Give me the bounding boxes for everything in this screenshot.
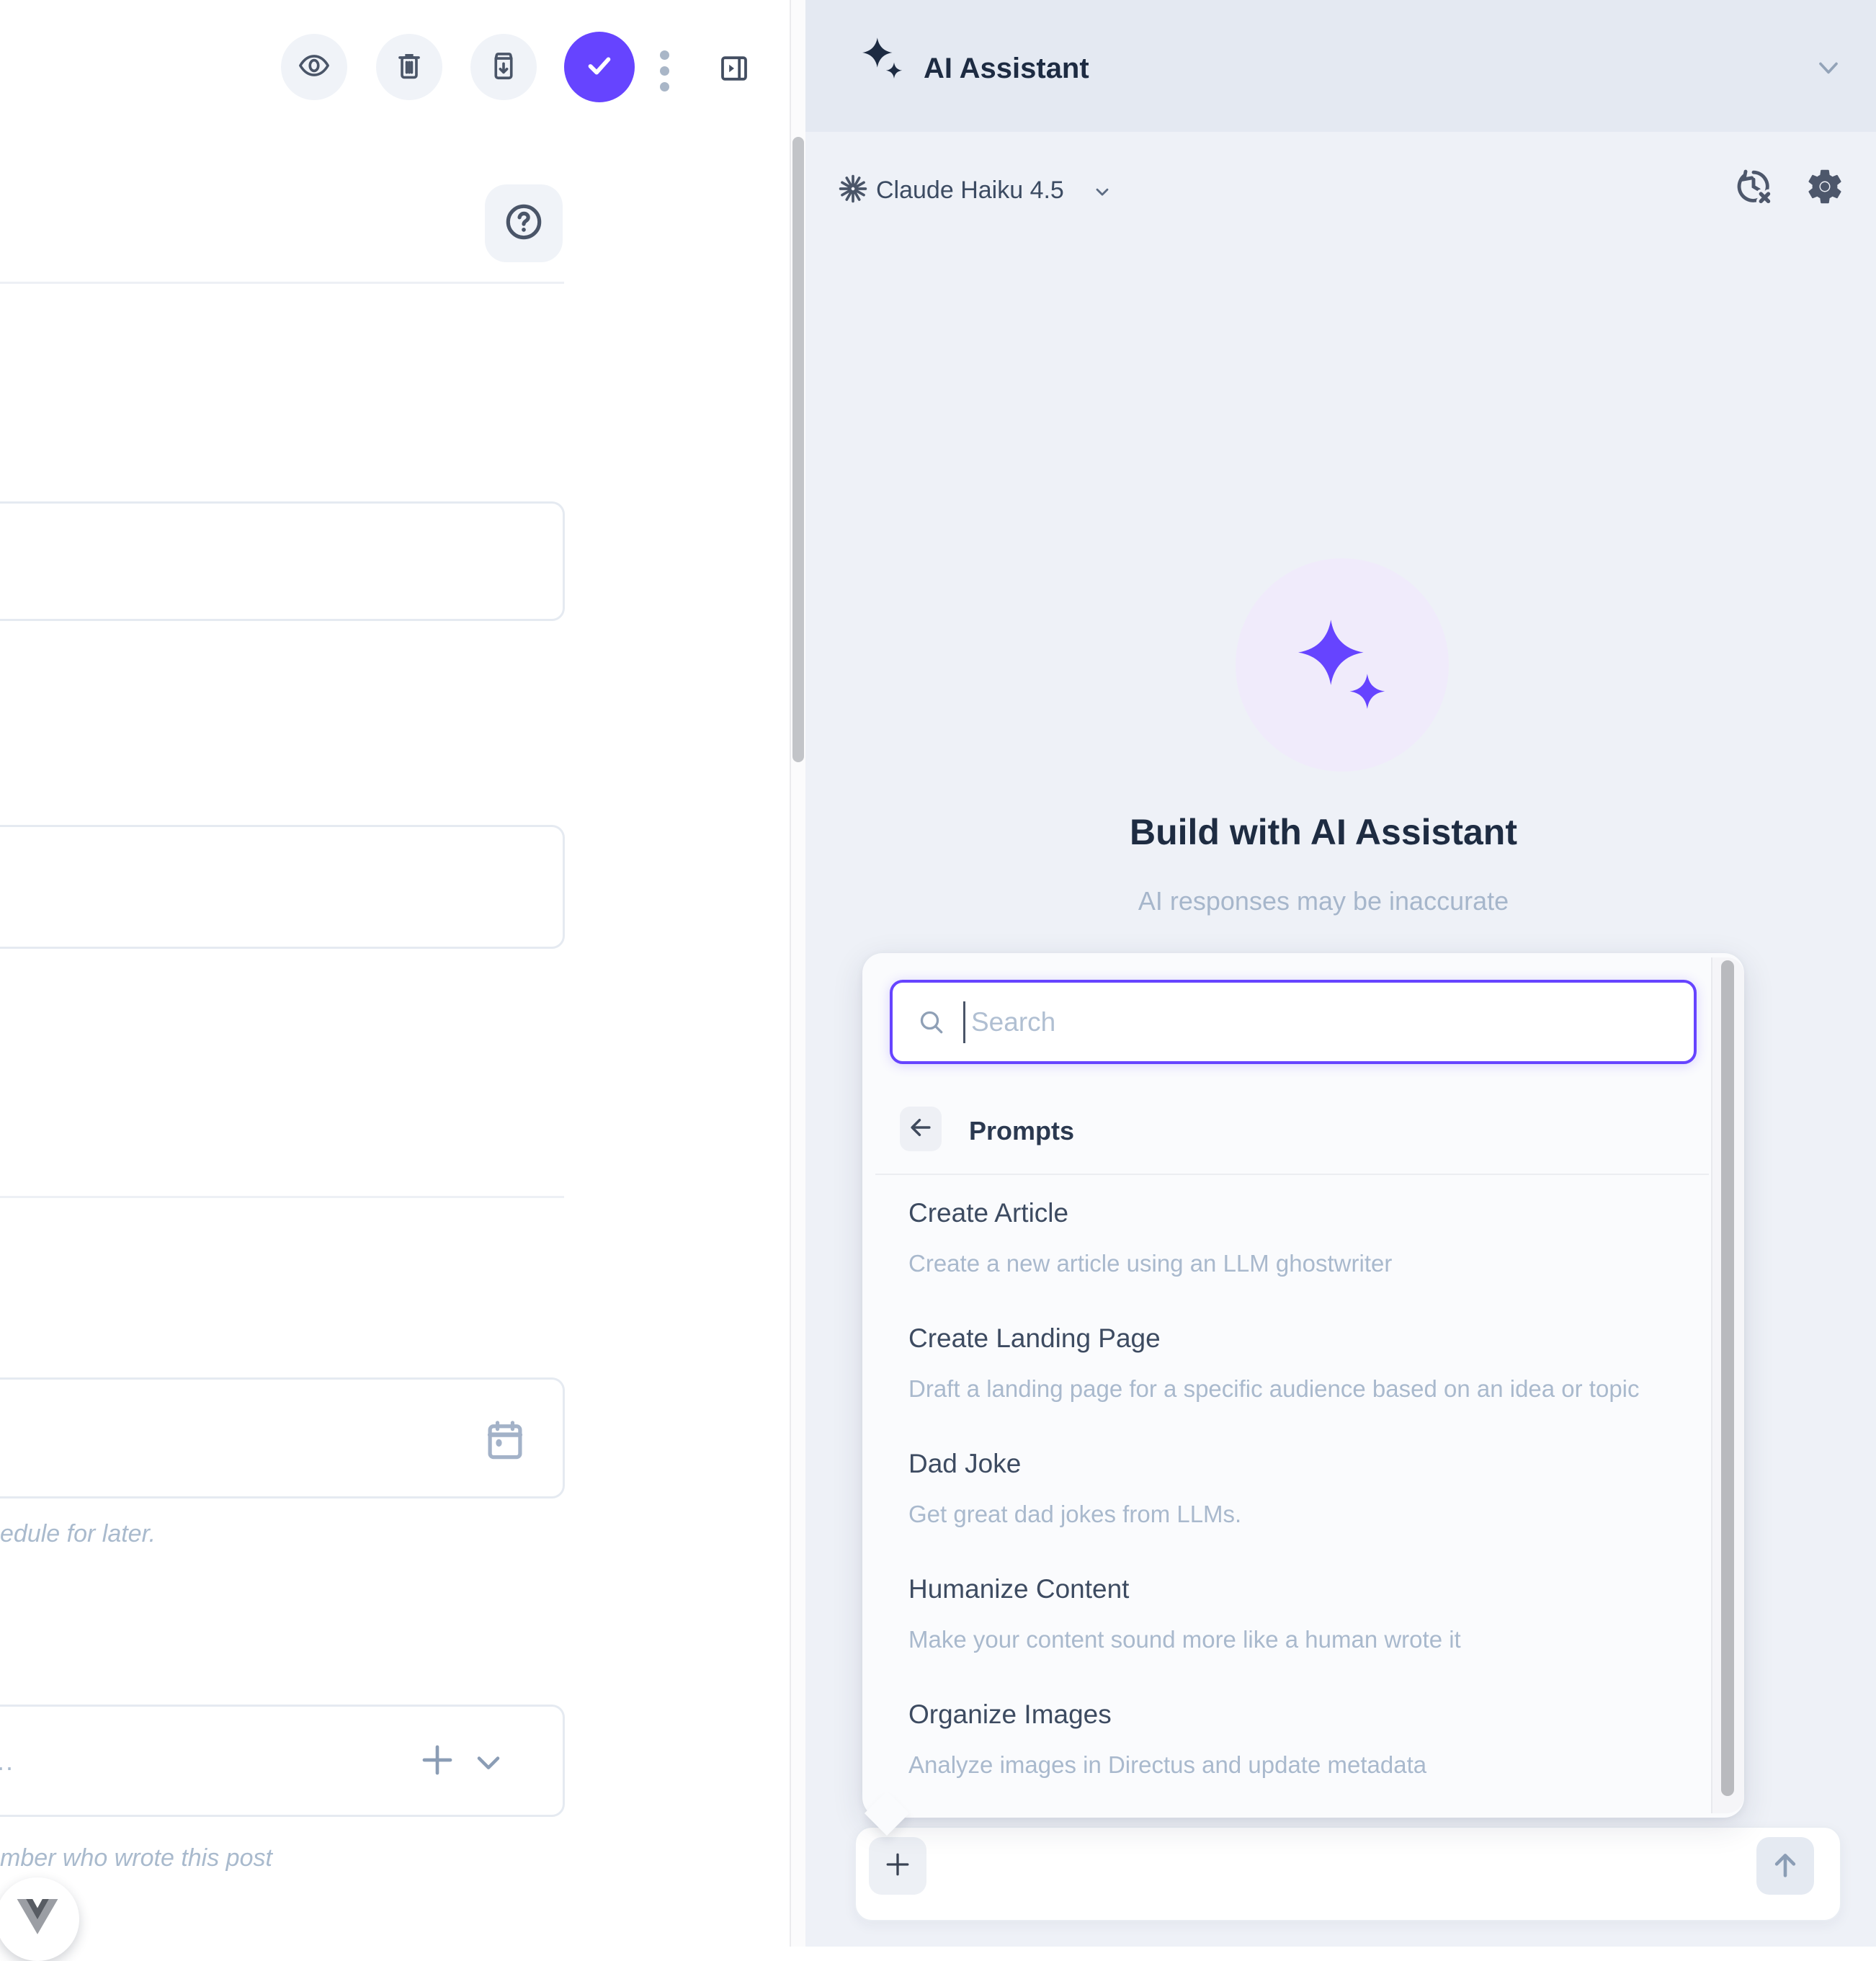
plus-icon (882, 1849, 914, 1884)
calendar-icon[interactable] (481, 1416, 529, 1464)
text-field-2[interactable] (0, 825, 565, 949)
prompt-list-item[interactable]: Create Article Create a new article usin… (862, 1175, 1711, 1300)
prompt-title: Create Article (908, 1198, 1661, 1228)
chevron-down-icon[interactable] (1813, 52, 1844, 84)
popup-scrollbar-track[interactable] (1711, 957, 1744, 1813)
author-hint: mber who wrote this post (0, 1844, 272, 1872)
popup-scrollbar-thumb[interactable] (1721, 960, 1734, 1796)
toggle-sidebar-button[interactable] (717, 51, 751, 86)
back-button[interactable] (900, 1107, 942, 1151)
gear-icon (1804, 198, 1846, 210)
prompt-title: Dad Joke (908, 1449, 1661, 1479)
ai-assistant-panel: AI Assistant Claude Haiku 4.5 Build with… (805, 0, 1876, 1947)
dots-vertical-icon (660, 50, 669, 60)
prompt-description: Make your content sound more like a huma… (908, 1622, 1661, 1658)
prompt-title: Organize Images (908, 1699, 1661, 1730)
prompt-description: Create a new article using an LLM ghostw… (908, 1246, 1661, 1282)
prompt-description: Get great dad jokes from LLMs. (908, 1496, 1661, 1532)
prompts-header-label: Prompts (969, 1116, 1074, 1146)
text-caret (963, 1001, 965, 1043)
app-scrollbar-thumb[interactable] (792, 137, 804, 762)
help-circle-icon (501, 200, 546, 248)
eye-icon (298, 49, 331, 86)
hero-subtitle: AI responses may be inaccurate (805, 886, 1841, 916)
save-button[interactable] (564, 32, 635, 102)
more-options-button[interactable] (660, 50, 669, 91)
prompt-list-item[interactable]: Create Landing Page Draft a landing page… (862, 1300, 1711, 1426)
ai-sparkle-icon (1298, 618, 1386, 712)
editor-pane: edule for later. .. mber who wrote this … (0, 0, 790, 1947)
hero-title: Build with AI Assistant (805, 811, 1841, 853)
arrow-up-icon (1769, 1848, 1802, 1885)
chevron-down-icon (1092, 182, 1112, 202)
delete-button[interactable] (376, 34, 442, 100)
author-placeholder-fragment: .. (0, 1746, 14, 1777)
text-field-1[interactable] (0, 501, 565, 621)
schedule-hint: edule for later. (0, 1520, 156, 1548)
arrow-left-icon (907, 1114, 934, 1145)
prompt-title: Create Landing Page (908, 1323, 1661, 1354)
plus-icon[interactable] (415, 1738, 460, 1782)
clear-history-button[interactable] (1733, 167, 1774, 207)
starburst-icon (837, 173, 869, 205)
section-divider (0, 1196, 564, 1198)
help-button[interactable] (485, 184, 563, 262)
prompt-list-item[interactable]: Humanize Content Make your content sound… (862, 1551, 1711, 1676)
prompt-list-item[interactable]: Dad Joke Get great dad jokes from LLMs. (862, 1426, 1711, 1551)
vue-devtools-badge[interactable] (0, 1877, 79, 1961)
section-divider (0, 282, 564, 284)
chevron-down-icon[interactable] (470, 1743, 507, 1781)
panel-toggle-icon (717, 76, 751, 89)
archive-button[interactable] (470, 34, 537, 100)
check-icon (583, 49, 616, 86)
model-name: Claude Haiku 4.5 (876, 177, 1064, 205)
prompt-title: Humanize Content (908, 1574, 1661, 1604)
prompt-list-item[interactable]: Organize Images Analyze images in Direct… (862, 1676, 1711, 1802)
archive-icon (487, 49, 520, 86)
preview-button[interactable] (281, 34, 347, 100)
vue-logo-icon (17, 1899, 58, 1961)
publish-date-field[interactable] (0, 1377, 565, 1498)
history-clear-icon (1733, 198, 1774, 210)
ai-sparkle-icon (862, 36, 903, 81)
hero-sparkle-circle (1236, 558, 1449, 772)
trash-icon (393, 49, 426, 86)
prompt-description: Draft a landing page for a specific audi… (908, 1371, 1661, 1407)
chat-composer[interactable] (854, 1826, 1841, 1921)
ai-assistant-header[interactable]: AI Assistant (805, 0, 1876, 132)
prompt-description: Analyze images in Directus and update me… (908, 1747, 1661, 1783)
prompts-popup: Prompts Create Article Create a new arti… (862, 953, 1744, 1818)
search-input[interactable] (971, 1007, 1694, 1037)
search-icon (917, 1008, 946, 1037)
panel-title: AI Assistant (924, 53, 1089, 85)
attach-button[interactable] (869, 1837, 926, 1895)
prompt-search[interactable] (890, 980, 1697, 1064)
prompt-list: Create Article Create a new article usin… (862, 1175, 1711, 1815)
settings-button[interactable] (1804, 166, 1846, 207)
send-button[interactable] (1756, 1837, 1814, 1895)
